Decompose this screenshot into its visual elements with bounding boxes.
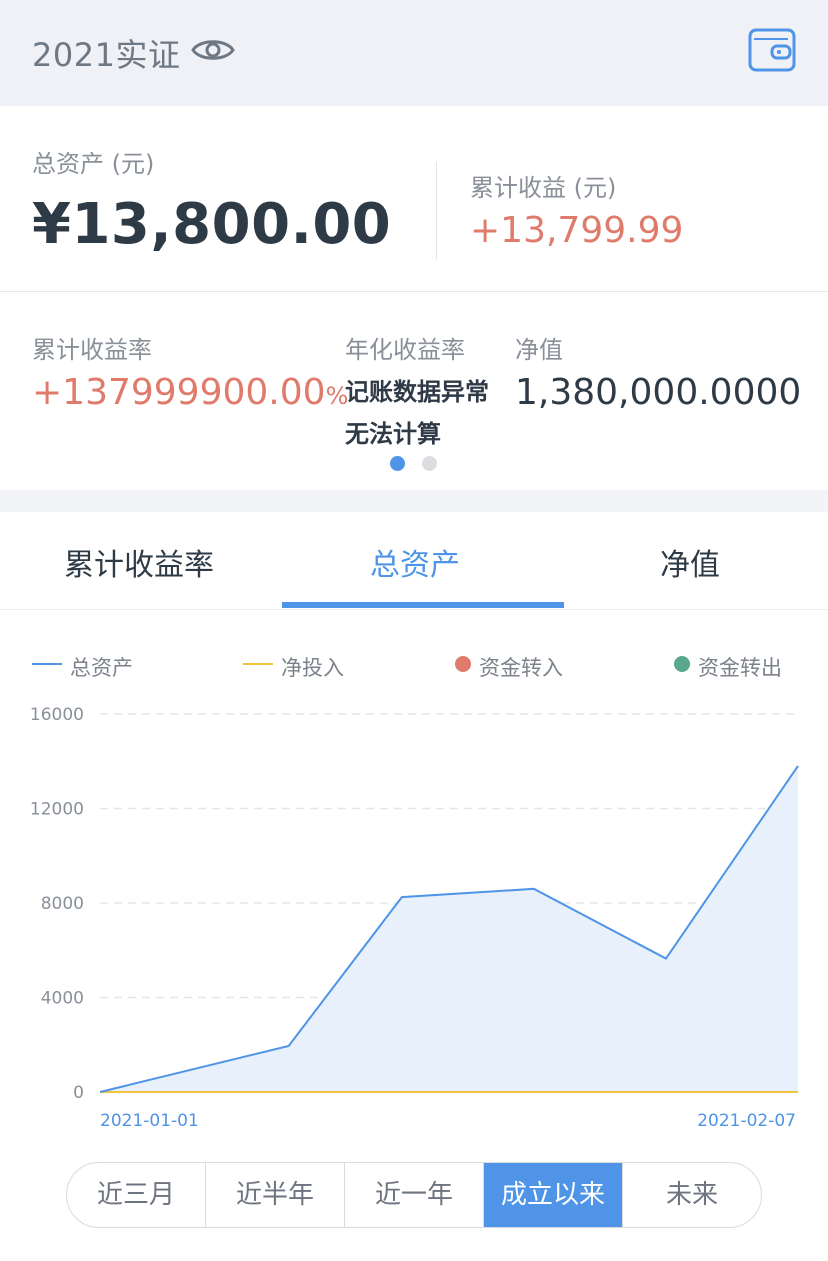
wallet-icon[interactable]	[748, 26, 796, 74]
y-tick-label: 12000	[30, 800, 84, 820]
legend-net-investment: 净投入	[281, 656, 344, 680]
y-tick-label: 16000	[30, 705, 84, 725]
account-name[interactable]: 2021实证	[32, 30, 180, 76]
x-tick-label-end: 2021-02-07	[697, 1111, 796, 1131]
total-assets-label: 总资产 (元)	[32, 150, 155, 178]
stats-carousel[interactable]: 累计收益率 +137999900.00% 年化收益率 记账数据异常 无法计算 净…	[0, 292, 828, 490]
legend-total-assets: 总资产	[70, 656, 133, 680]
annual-rate-message-line2: 无法计算	[345, 420, 441, 448]
cumulative-rate-value: +137999900.00%	[32, 372, 348, 413]
header: 2021实证	[0, 0, 828, 106]
cumulative-profit-label: 累计收益 (元)	[470, 174, 617, 202]
x-tick-label-start: 2021-01-01	[100, 1111, 199, 1131]
legend-net-investment-marker	[243, 663, 273, 665]
legend-fund-in-marker	[455, 656, 471, 672]
summary-divider	[436, 162, 437, 260]
chart-tabs: 累计收益率 总资产 净值	[0, 512, 828, 610]
range-selector: 近三月 近半年 近一年 成立以来 未来	[66, 1162, 762, 1228]
section-gap	[0, 490, 828, 512]
nav-label: 净值	[515, 336, 563, 364]
range-future[interactable]: 未来	[623, 1163, 761, 1227]
legend-fund-out-marker	[674, 656, 690, 672]
cumulative-rate-label: 累计收益率	[32, 336, 152, 364]
range-1-year[interactable]: 近一年	[345, 1163, 484, 1227]
asset-summary: 总资产 (元) ¥13,800.00 累计收益 (元) +13,799.99	[0, 106, 828, 292]
tab-nav[interactable]: 净值	[660, 540, 720, 584]
y-tick-label: 8000	[41, 894, 84, 914]
tab-total-assets[interactable]: 总资产	[370, 540, 460, 584]
legend-total-assets-marker	[32, 663, 62, 665]
nav-value: 1,380,000.0000	[515, 372, 802, 413]
page-dot-active[interactable]	[390, 456, 405, 471]
page-dot-inactive[interactable]	[422, 456, 437, 471]
annual-rate-label: 年化收益率	[345, 336, 465, 364]
range-6-months[interactable]: 近半年	[206, 1163, 345, 1227]
tab-cumulative-rate[interactable]: 累计收益率	[64, 540, 214, 584]
legend-fund-out: 资金转出	[698, 656, 782, 680]
total-assets-value: ¥13,800.00	[32, 192, 392, 257]
legend-fund-in: 资金转入	[479, 656, 563, 680]
eye-icon[interactable]	[190, 34, 236, 66]
total-assets-chart[interactable]: 0 4000 8000 12000 16000 2021-01-01 2021-02-07	[0, 690, 828, 1140]
total-assets-area	[100, 765, 798, 1092]
annual-rate-message-line1: 记账数据异常	[345, 378, 489, 406]
range-since-inception[interactable]: 成立以来	[484, 1163, 623, 1227]
cumulative-profit-value: +13,799.99	[470, 210, 684, 251]
y-tick-label: 0	[73, 1083, 84, 1103]
tab-active-underline	[282, 602, 564, 608]
y-tick-label: 4000	[41, 989, 84, 1009]
cumulative-rate-number: +137999900.00	[32, 372, 326, 413]
range-3-months[interactable]: 近三月	[67, 1163, 206, 1227]
